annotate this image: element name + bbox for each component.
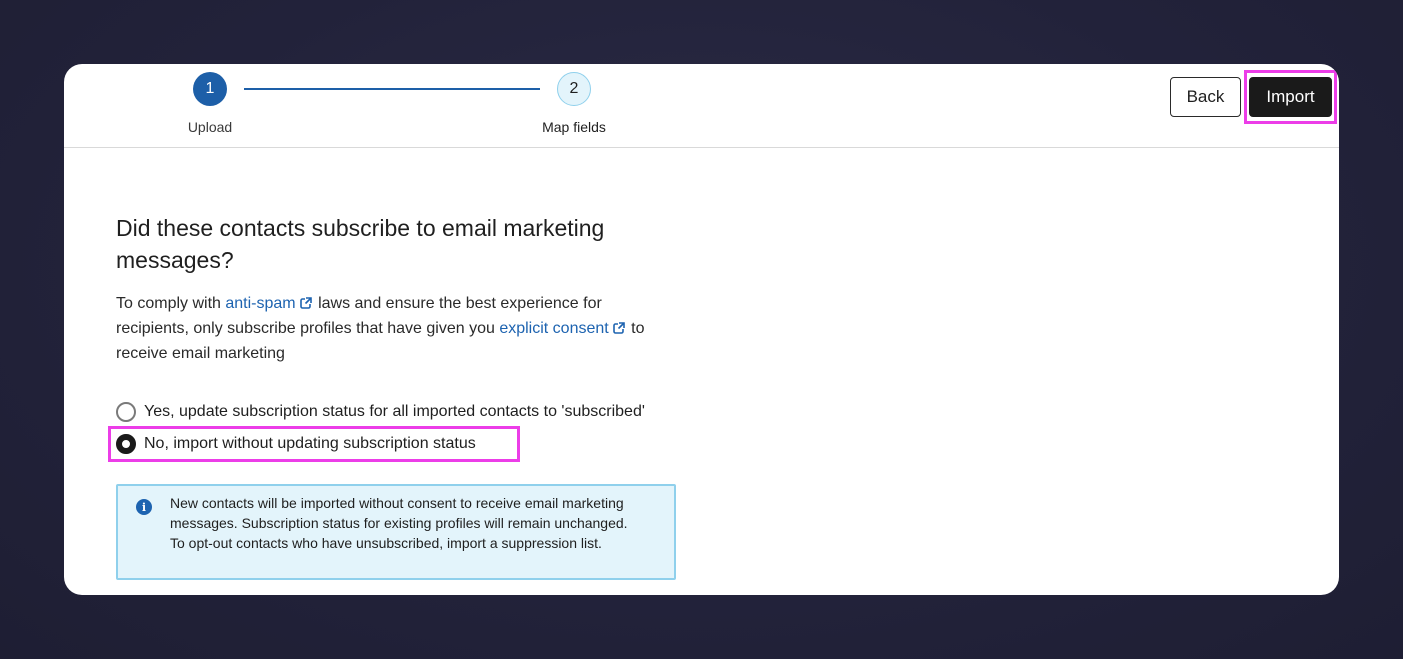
step-number-badge: 1: [193, 72, 227, 106]
step-label: Upload: [187, 119, 233, 135]
back-button[interactable]: Back: [1170, 77, 1241, 117]
explicit-consent-link[interactable]: explicit consent: [499, 320, 626, 337]
explicit-consent-link-label: explicit consent: [499, 320, 609, 337]
import-button[interactable]: Import: [1249, 77, 1332, 117]
info-banner-text: New contacts will be imported without co…: [170, 495, 628, 551]
desc-text: To comply with: [116, 295, 226, 312]
radio-label: No, import without updating subscription…: [144, 435, 476, 452]
consent-description: To comply with anti-spam laws and ensure…: [116, 292, 676, 366]
radio-button-unchecked[interactable]: [116, 402, 136, 422]
import-dialog-card: 1 Upload 2 Map fields Back Import Did th…: [64, 64, 1339, 595]
radio-label: Yes, update subscription status for all …: [144, 403, 645, 420]
radio-option-no-import[interactable]: No, import without updating subscription…: [116, 432, 476, 456]
radio-option-yes-subscribe[interactable]: Yes, update subscription status for all …: [116, 400, 645, 424]
anti-spam-link[interactable]: anti-spam: [225, 295, 313, 312]
wizard-header: 1 Upload 2 Map fields Back Import: [64, 64, 1339, 148]
consent-heading: Did these contacts subscribe to email ma…: [116, 215, 605, 273]
step-upload[interactable]: 1 Upload: [160, 72, 260, 135]
anti-spam-link-label: anti-spam: [225, 295, 296, 312]
step-map-fields: 2 Map fields: [524, 72, 624, 135]
radio-button-checked[interactable]: [116, 434, 136, 454]
external-link-icon: [612, 318, 625, 342]
step-number-badge: 2: [557, 72, 591, 106]
info-icon: i: [136, 499, 152, 515]
step-label: Map fields: [542, 119, 606, 135]
info-banner: i New contacts will be imported without …: [116, 484, 676, 580]
stepper-progress-line: [244, 88, 540, 90]
external-link-icon: [299, 293, 312, 317]
